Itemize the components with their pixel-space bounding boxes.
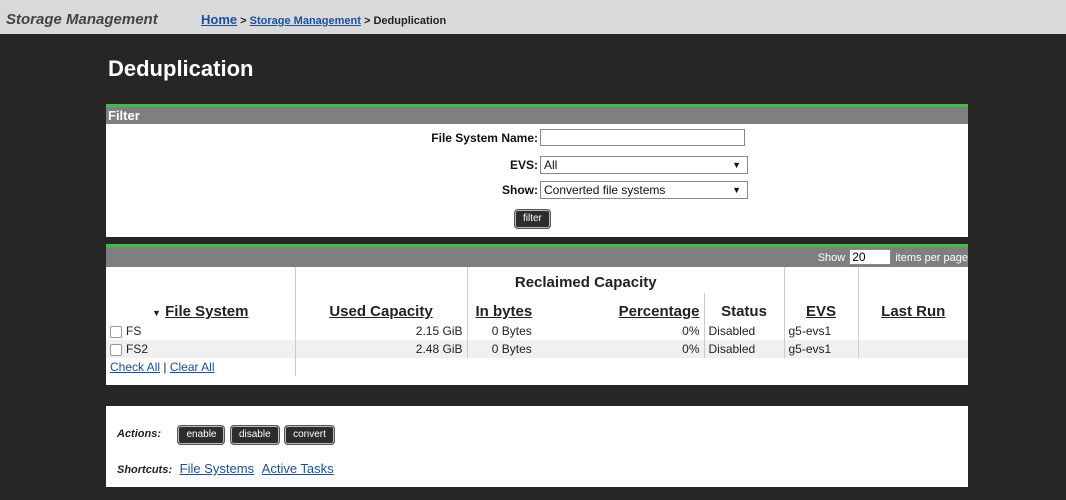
col-evs[interactable]: EVS [784,267,859,322]
cell-percentage: 0% [556,340,705,358]
col-percentage[interactable]: Percentage [556,293,705,322]
cell-status: Disabled [704,322,785,340]
cell-name: FS [106,322,296,340]
row-checkbox[interactable] [110,325,122,338]
dropdown-arrow-icon: ▼ [732,185,741,195]
results-panel: Show items per page ▼ File System Used Ca… [106,244,968,385]
cell-evs: g5-evs1 [784,340,859,358]
filter-button-wrap: filter [514,208,551,229]
col-status: Status [704,267,785,322]
clear-all-link[interactable]: Clear All [170,360,215,374]
app-title: Storage Management [6,11,158,28]
fs-name-label: File System Name: [431,131,538,145]
actions-label: Actions: [117,428,161,440]
cell-used: 2.48 GiB [295,340,468,358]
disable-button[interactable]: disable [229,425,280,445]
breadcrumb-storage-link[interactable]: Storage Management [250,15,361,27]
actions-panel: Actions: enable disable convert Shortcut… [106,406,968,487]
dedup-table: ▼ File System Used Capacity Reclaimed Ca… [106,267,968,376]
col-last-run-link[interactable]: Last Run [881,303,945,320]
filter-button[interactable]: filter [514,209,551,229]
cell-name: FS2 [106,340,296,358]
breadcrumb-current: Deduplication [373,15,447,27]
top-bar: Storage Management Home > Storage Manage… [0,0,1066,34]
per-page-label: items per page [895,252,968,264]
col-file-system-link[interactable]: File System [165,303,248,320]
shortcuts-row: Shortcuts: File Systems Active Tasks [117,461,334,476]
per-page-control: Show items per page [818,249,968,265]
show-select-value: Converted file systems [544,183,666,197]
convert-button[interactable]: convert [284,425,335,445]
col-evs-link[interactable]: EVS [806,303,836,320]
breadcrumb-home-link[interactable]: Home [201,12,237,27]
table-row: FS 2.15 GiB 0 Bytes 0% Disabled g5-evs1 [106,322,968,340]
evs-select[interactable]: All ▼ [540,156,748,174]
filter-header: Filter [106,107,968,124]
per-page-input[interactable] [849,249,892,265]
dropdown-arrow-icon: ▼ [732,160,741,170]
enable-button[interactable]: enable [177,425,226,445]
cell-last-run [858,340,968,358]
sort-down-icon: ▼ [152,308,161,318]
cell-status: Disabled [704,340,785,358]
col-in-bytes-link[interactable]: In bytes [476,303,533,320]
cell-percentage: 0% [556,322,705,340]
table-toolbar: Show items per page [106,247,968,267]
show-label: Show: [502,183,538,197]
breadcrumb-separator: > [360,15,374,27]
cell-used: 2.15 GiB [295,322,468,340]
col-status-label: Status [721,303,767,320]
col-file-system[interactable]: ▼ File System [106,267,296,322]
fs-name-input[interactable] [540,129,745,146]
shortcut-file-systems-link[interactable]: File Systems [180,461,254,476]
cell-evs: g5-evs1 [784,322,859,340]
check-links: Check All | Clear All [106,358,296,376]
cell-bytes: 0 Bytes [467,340,556,358]
breadcrumb: Home > Storage Management > Deduplicatio… [201,12,446,27]
table-footer-row: Check All | Clear All [106,358,968,376]
shortcuts-label: Shortcuts: [117,464,172,476]
col-group-reclaimed: Reclaimed Capacity [514,274,657,291]
evs-select-value: All [544,158,558,172]
shortcut-active-tasks-link[interactable]: Active Tasks [262,461,334,476]
filter-panel: Filter File System Name: EVS: All ▼ Show… [106,104,968,237]
cell-last-run [858,322,968,340]
breadcrumb-separator: > [237,15,250,27]
table-row: FS2 2.48 GiB 0 Bytes 0% Disabled g5-evs1 [106,340,968,358]
show-label: Show [817,252,846,264]
page-title: Deduplication [108,56,254,81]
cell-bytes: 0 Bytes [491,324,532,338]
check-all-link[interactable]: Check All [110,360,160,374]
link-divider: | [160,360,170,374]
col-in-bytes[interactable]: In bytes [467,293,556,322]
actions-row: Actions: enable disable convert [117,424,335,445]
row-checkbox[interactable] [110,343,122,356]
evs-label: EVS: [509,158,538,172]
col-percentage-link[interactable]: Percentage [619,303,700,320]
col-used-capacity[interactable]: Used Capacity [295,267,468,322]
footer-spacer [295,358,968,376]
col-used-capacity-link[interactable]: Used Capacity [329,303,432,320]
show-select[interactable]: Converted file systems ▼ [540,181,748,199]
col-last-run[interactable]: Last Run [858,267,968,322]
